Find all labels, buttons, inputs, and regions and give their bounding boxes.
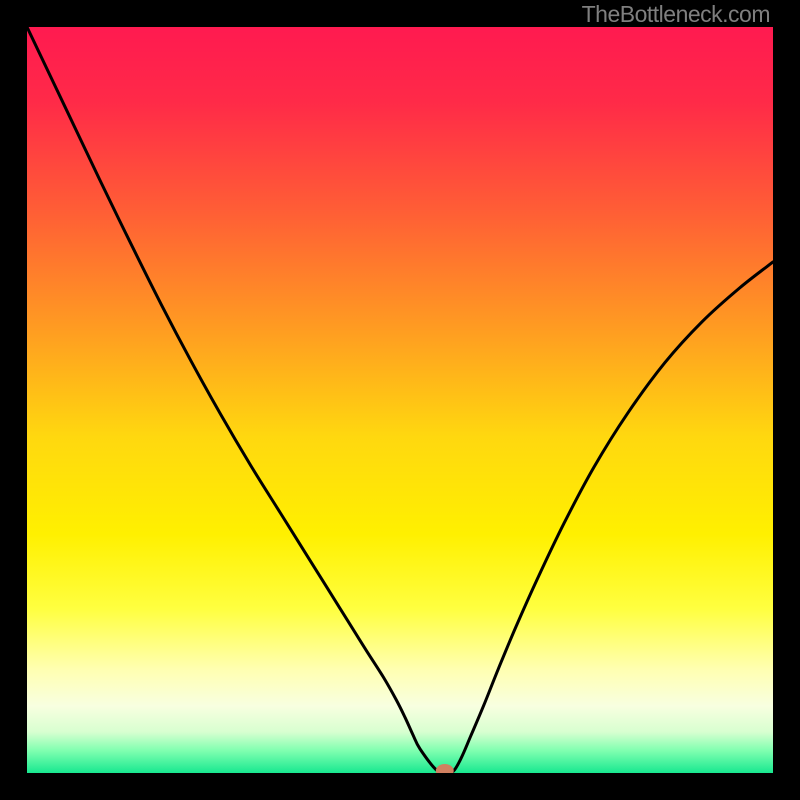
chart-svg — [27, 27, 773, 773]
chart-frame: TheBottleneck.com — [0, 0, 800, 800]
watermark-text: TheBottleneck.com — [582, 1, 770, 28]
plot-area — [27, 27, 773, 773]
gradient-background — [27, 27, 773, 773]
